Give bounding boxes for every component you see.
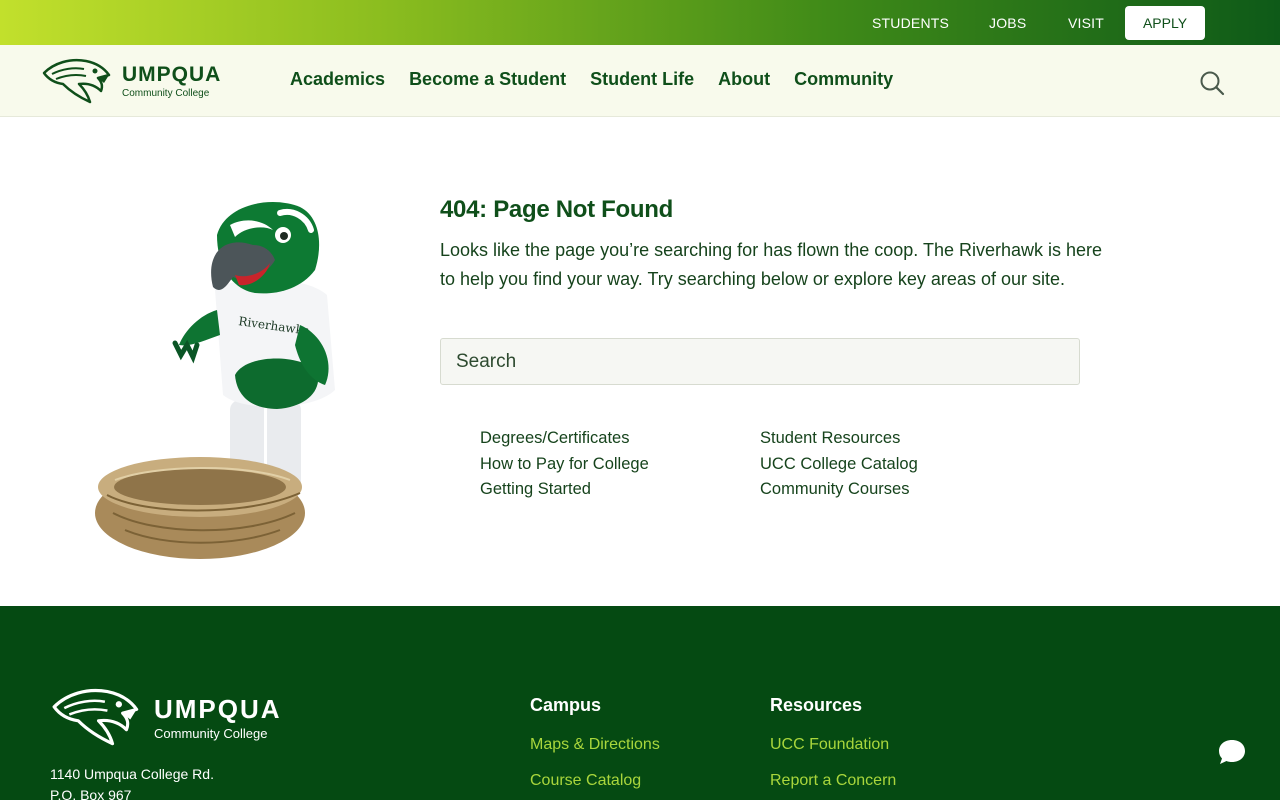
page-title: 404: Page Not Found xyxy=(440,196,673,223)
utility-link-jobs[interactable]: JOBS xyxy=(989,15,1026,31)
nav-become-a-student[interactable]: Become a Student xyxy=(409,69,566,90)
site-header: UMPQUA Community College Academics Becom… xyxy=(0,45,1280,117)
chat-bubble-icon[interactable] xyxy=(1216,736,1248,768)
quick-link-community-courses[interactable]: Community Courses xyxy=(760,477,918,503)
site-footer: UMPQUA Community College 1140 Umpqua Col… xyxy=(0,606,1280,800)
quick-links-right: Student Resources UCC College Catalog Co… xyxy=(760,426,918,503)
footer-campus-heading: Campus xyxy=(530,695,602,715)
not-found-content: 404: Page Not Found Looks like the page … xyxy=(440,196,1130,498)
footer-resources-column: Resources UCC Foundation Report a Concer… xyxy=(770,695,896,800)
quick-link-how-to-pay[interactable]: How to Pay for College xyxy=(480,452,649,478)
apply-button[interactable]: APPLY xyxy=(1125,6,1205,40)
quick-link-degrees-certificates[interactable]: Degrees/Certificates xyxy=(480,426,649,452)
utility-link-students[interactable]: STUDENTS xyxy=(872,15,949,31)
footer-link-course-catalog[interactable]: Course Catalog xyxy=(530,772,660,800)
hawk-logo-icon xyxy=(52,689,139,746)
riverhawk-mascot-image: Riverhawks xyxy=(95,202,335,559)
footer-link-ucc-foundation[interactable]: UCC Foundation xyxy=(770,736,896,772)
intro-text: Looks like the page you’re searching for… xyxy=(440,240,1103,289)
hawk-logo-icon xyxy=(42,58,111,104)
search-input[interactable] xyxy=(440,338,1080,385)
utility-bar: STUDENTS JOBS VISIT APPLY xyxy=(0,0,1280,45)
address-line: 1140 Umpqua College Rd. xyxy=(50,766,214,782)
footer-logo-wordmark: UMPQUA xyxy=(154,694,282,724)
footer-logo-subtitle: Community College xyxy=(154,726,268,741)
nav-about[interactable]: About xyxy=(718,69,770,90)
footer-link-maps-directions[interactable]: Maps & Directions xyxy=(530,736,660,772)
footer-link-report-concern[interactable]: Report a Concern xyxy=(770,772,896,800)
nav-academics[interactable]: Academics xyxy=(290,69,385,90)
search-icon[interactable] xyxy=(1198,69,1226,97)
footer-resources-heading: Resources xyxy=(770,695,863,715)
nav-community[interactable]: Community xyxy=(794,69,893,90)
quick-link-getting-started[interactable]: Getting Started xyxy=(480,477,649,503)
main-nav: Academics Become a Student Student Life … xyxy=(290,69,893,90)
nav-student-life[interactable]: Student Life xyxy=(590,69,694,90)
logo-subtitle: Community College xyxy=(122,88,210,99)
site-logo[interactable]: UMPQUA Community College xyxy=(40,55,230,107)
quick-links-left: Degrees/Certificates How to Pay for Coll… xyxy=(480,426,649,503)
utility-link-visit[interactable]: VISIT xyxy=(1068,15,1104,31)
logo-wordmark: UMPQUA xyxy=(122,63,222,86)
address-line: P.O. Box 967 xyxy=(50,787,132,800)
campus-address: 1140 Umpqua College Rd. P.O. Box 967 xyxy=(50,764,214,800)
quick-link-college-catalog[interactable]: UCC College Catalog xyxy=(760,452,918,478)
quick-link-student-resources[interactable]: Student Resources xyxy=(760,426,918,452)
footer-campus-column: Campus Maps & Directions Course Catalog xyxy=(530,695,660,800)
footer-logo[interactable]: UMPQUA Community College xyxy=(48,684,288,754)
